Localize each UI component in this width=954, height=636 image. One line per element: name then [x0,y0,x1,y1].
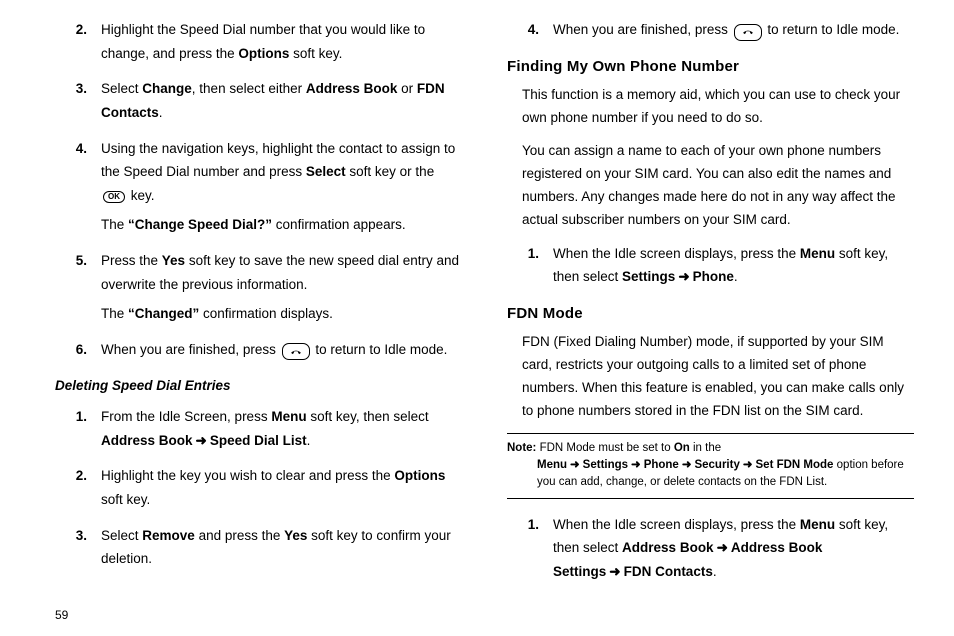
list-item: 1.When the Idle screen displays, press t… [507,513,914,584]
list-item: 1.From the Idle Screen, press Menu soft … [55,405,462,452]
arrow-icon: ➜ [567,459,583,471]
list-number: 1. [55,405,101,452]
left-column: 2.Highlight the Speed Dial number that y… [55,18,462,626]
arrow-icon: ➜ [193,433,210,448]
list-item: 2.Highlight the Speed Dial number that y… [55,18,462,65]
list-item: 3.Select Change, then select either Addr… [55,77,462,124]
arrow-icon: ➜ [740,459,756,471]
arrow-icon: ➜ [679,459,695,471]
end-call-icon [282,343,310,360]
heading-fdn: FDN Mode [507,301,914,327]
list-number: 6. [55,338,101,362]
note-block: Note: FDN Mode must be set to On in the … [507,433,914,499]
list-number: 2. [55,18,101,65]
paragraph: You can assign a name to each of your ow… [522,140,914,232]
list-item: 3.Select Remove and press the Yes soft k… [55,524,462,571]
paragraph: FDN (Fixed Dialing Number) mode, if supp… [522,331,914,423]
heading-finding: Finding My Own Phone Number [507,54,914,80]
paragraph: This function is a memory aid, which you… [522,84,914,130]
page-number: 59 [55,608,68,622]
arrow-icon: ➜ [628,459,644,471]
list-number: 4. [55,137,101,238]
list-number: 3. [55,77,101,124]
list-item: 4.Using the navigation keys, highlight t… [55,137,462,238]
subheading-deleting: Deleting Speed Dial Entries [55,374,462,398]
arrow-icon: ➜ [606,564,623,579]
right-column: 4.When you are finished, press to return… [507,18,914,626]
list-number: 5. [55,249,101,326]
list-item: 1.When the Idle screen displays, press t… [507,242,914,289]
ok-key-icon: OK [103,191,125,203]
list-item: 5.Press the Yes soft key to save the new… [55,249,462,326]
list-number: 3. [55,524,101,571]
arrow-icon: ➜ [714,540,731,555]
list-item: 6.When you are finished, press to return… [55,338,462,362]
list-number: 4. [507,18,553,42]
list-item: 4.When you are finished, press to return… [507,18,914,42]
note-text: Note: FDN Mode must be set to On in the … [507,440,914,492]
arrow-icon: ➜ [675,269,692,284]
list-number: 1. [507,513,553,584]
end-call-icon [734,24,762,41]
list-item: 2.Highlight the key you wish to clear an… [55,464,462,511]
list-number: 2. [55,464,101,511]
list-number: 1. [507,242,553,289]
